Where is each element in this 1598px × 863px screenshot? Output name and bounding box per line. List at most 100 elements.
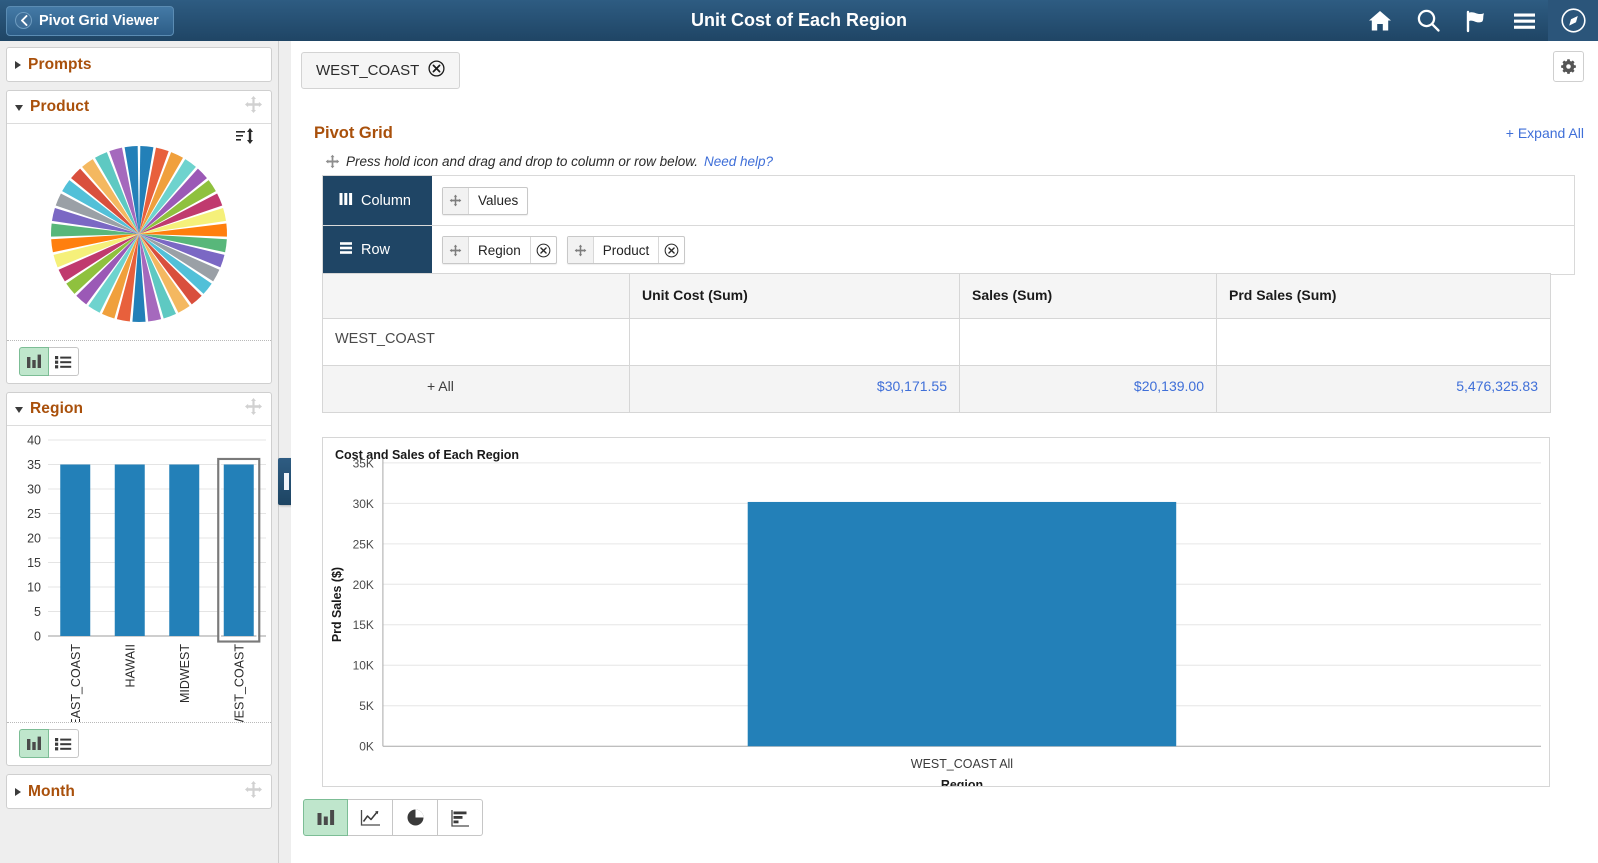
column-dropzone-items[interactable]: Values	[432, 176, 1574, 225]
sidebar-panel-month-header[interactable]: Month	[7, 775, 271, 808]
pivot-grid-title: Pivot Grid	[314, 124, 393, 142]
column-dropzone-label: Column	[323, 176, 432, 225]
drag-hint-row: Press hold icon and drag and drop to col…	[325, 151, 773, 171]
svg-text:40: 40	[27, 434, 41, 448]
drag-move-icon[interactable]	[244, 397, 263, 421]
svg-text:HAWAII: HAWAII	[123, 644, 137, 688]
table-cell-prd-sales[interactable]: 5,476,325.83	[1216, 365, 1551, 413]
drag-move-icon[interactable]	[443, 187, 469, 214]
expand-all-link[interactable]: + Expand All	[1506, 125, 1584, 141]
sidebar-panel-prompts-header[interactable]: Prompts	[7, 48, 271, 81]
chart-type-toolbar	[303, 799, 483, 836]
pill-values[interactable]: Values	[442, 186, 529, 215]
row-dropzone-text: Row	[361, 242, 391, 258]
table-cell-unit-cost[interactable]: $30,171.55	[629, 365, 960, 413]
table-header-prd-sales: Prd Sales (Sum)	[1216, 273, 1551, 319]
back-button[interactable]: Pivot Grid Viewer	[6, 5, 174, 36]
region-view-toggle	[7, 722, 271, 765]
svg-text:WEST_COAST All: WEST_COAST All	[911, 757, 1013, 771]
svg-text:10: 10	[27, 581, 41, 595]
sort-icon[interactable]	[235, 126, 255, 151]
table-cell-prd-sales	[1216, 318, 1551, 366]
home-icon[interactable]	[1356, 0, 1404, 41]
svg-text:35K: 35K	[353, 456, 374, 470]
product-pie-chart[interactable]	[7, 128, 271, 340]
search-icon[interactable]	[1404, 0, 1452, 41]
svg-text:35: 35	[27, 458, 41, 472]
remove-circle-icon[interactable]	[428, 59, 445, 82]
sidebar-panel-product-header[interactable]: Product	[7, 91, 271, 124]
filter-chip-label: WEST_COAST	[316, 62, 420, 79]
drag-move-icon[interactable]	[567, 237, 594, 263]
chevron-left-icon	[15, 12, 32, 29]
product-view-toggle	[7, 340, 271, 383]
product-chart-view-button[interactable]	[19, 347, 49, 376]
product-list-view-button[interactable]	[49, 347, 79, 376]
region-chart-view-button[interactable]	[19, 729, 49, 758]
column-dropzone-row: Column Values	[323, 176, 1574, 225]
filter-bar: WEST_COAST	[291, 41, 1598, 95]
filter-chip-west-coast[interactable]: WEST_COAST	[301, 52, 461, 89]
table-header-row: Unit Cost (Sum) Sales (Sum) Prd Sales (S…	[322, 273, 1551, 319]
drag-move-icon[interactable]	[244, 780, 263, 804]
drag-move-icon[interactable]	[244, 95, 263, 119]
chevron-right-icon	[15, 60, 21, 69]
region-list-view-button[interactable]	[49, 729, 79, 758]
main-chart-container: Cost and Sales of Each Region 0K 5K 10K 15K…	[322, 437, 1550, 787]
app-header: Pivot Grid Viewer Unit Cost of Each Regi…	[0, 0, 1598, 41]
drag-move-icon[interactable]	[443, 237, 469, 263]
svg-text:5K: 5K	[359, 699, 374, 713]
remove-circle-icon[interactable]	[658, 237, 684, 263]
svg-text:Prd Sales ($): Prd Sales ($)	[330, 567, 344, 642]
svg-text:25K: 25K	[353, 537, 374, 551]
sidebar-panel-month: Month	[6, 774, 272, 809]
row-dropzone-label: Row	[323, 226, 432, 274]
svg-text:20: 20	[27, 532, 41, 546]
flag-icon[interactable]	[1452, 0, 1500, 41]
pill-product[interactable]: Product	[566, 236, 686, 264]
nav-compass-icon[interactable]	[1548, 0, 1598, 41]
drag-hint-text: Press hold icon and drag and drop to col…	[346, 154, 698, 169]
table-header-unit-cost: Unit Cost (Sum)	[629, 273, 960, 319]
svg-text:15K: 15K	[353, 618, 374, 632]
gear-icon[interactable]	[1553, 51, 1584, 82]
svg-text:Region: Region	[941, 778, 983, 786]
sidebar-panel-prompts-title: Prompts	[28, 55, 92, 73]
pill-region-label: Region	[478, 242, 521, 258]
sidebar-panel-prompts: Prompts	[6, 47, 272, 82]
table-header-sales: Sales (Sum)	[959, 273, 1217, 319]
sidebar-panel-product-title: Product	[30, 98, 90, 115]
svg-text:20K: 20K	[353, 578, 374, 592]
table-row-label-all[interactable]: + All	[322, 365, 630, 413]
sidebar-panel-region-header[interactable]: Region	[7, 393, 271, 426]
bar-chart-icon[interactable]	[303, 799, 348, 836]
chevron-down-icon	[15, 407, 23, 413]
svg-text:30: 30	[27, 483, 41, 497]
main-bar-chart[interactable]: 0K 5K 10K 15K 20K 25K 30K 35K Prd Sales ($) WEST_…	[323, 438, 1549, 786]
menu-icon[interactable]	[1500, 0, 1548, 41]
table-cell-sales[interactable]: $20,139.00	[959, 365, 1217, 413]
svg-text:WEST_COAST: WEST_COAST	[232, 644, 246, 722]
sidebar: Prompts Product Region 0 5 10 15 20 25 3…	[0, 41, 278, 863]
need-help-link[interactable]: Need help?	[704, 154, 773, 169]
sidebar-panel-region-title: Region	[30, 400, 84, 417]
chevron-down-icon	[15, 105, 23, 111]
pill-product-label: Product	[602, 242, 650, 258]
remove-circle-icon[interactable]	[529, 237, 556, 263]
svg-text:30K: 30K	[353, 497, 374, 511]
svg-text:15: 15	[27, 556, 41, 570]
sidebar-panel-region: Region 0 5 10 15 20 25 30 35 40 EAST_COAST HAWAII M…	[6, 392, 272, 766]
table-row: + All $30,171.55 $20,139.00 5,476,325.83	[322, 365, 1551, 413]
region-bar-chart[interactable]: 0 5 10 15 20 25 30 35 40 EAST_COAST HAWAII MIDWEST W…	[7, 430, 271, 722]
horizontal-bar-chart-icon[interactable]	[438, 799, 483, 836]
chevron-right-icon	[15, 787, 21, 796]
panel-divider	[278, 41, 290, 863]
pill-region[interactable]: Region	[442, 236, 557, 264]
svg-text:0: 0	[34, 630, 41, 644]
line-chart-icon[interactable]	[348, 799, 393, 836]
main-content: WEST_COAST Pivot Grid + Expand All Press…	[291, 41, 1598, 863]
drag-move-icon	[325, 154, 340, 174]
row-dropzone-items[interactable]: Region Product	[432, 226, 1574, 274]
pill-values-label: Values	[478, 193, 519, 208]
pie-chart-icon[interactable]	[393, 799, 438, 836]
